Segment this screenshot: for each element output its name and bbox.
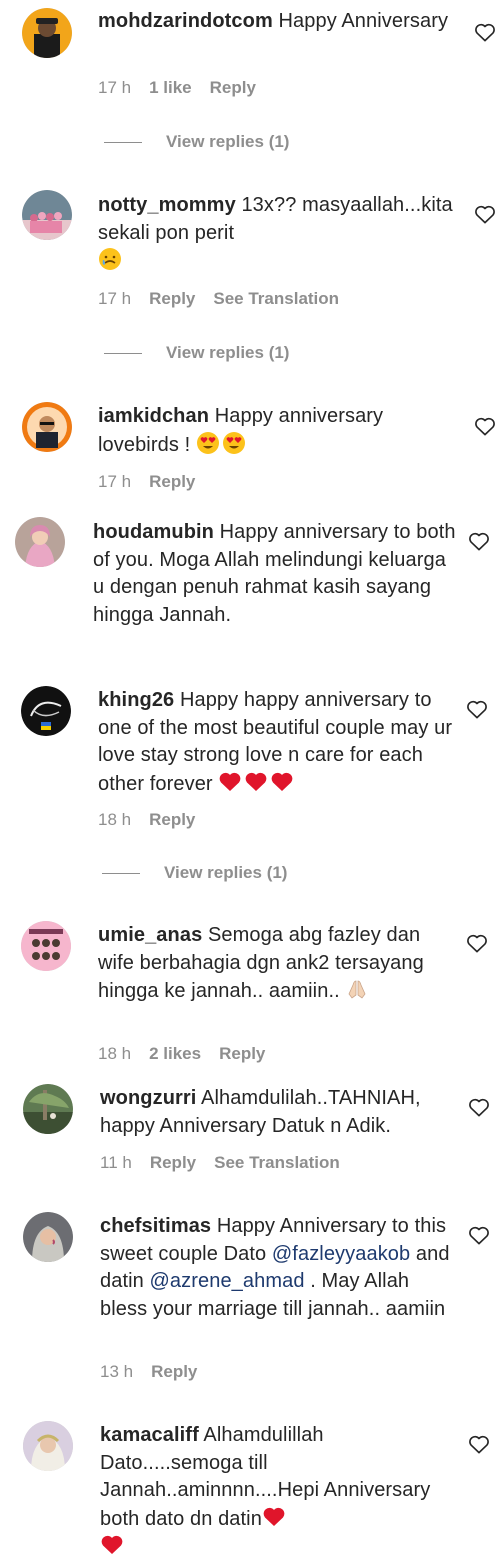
comment-body: wongzurri Alhamdulilah..TAHNIAH, happy A… (100, 1085, 460, 1140)
like-heart-icon[interactable] (466, 933, 488, 953)
heart-eyes-face-icon (222, 431, 246, 455)
red-heart-icon (270, 770, 294, 794)
avatar-image (22, 402, 72, 452)
view-replies-label: View replies (1) (164, 863, 288, 882)
comment-username[interactable]: iamkidchan (98, 405, 209, 427)
comment-text: Happy Anniversary (272, 10, 449, 32)
see-translation-button[interactable]: See Translation (213, 289, 339, 309)
comment-meta: 18 h 2 likes Reply (98, 1044, 265, 1064)
comment-time: 17 h (98, 289, 132, 308)
divider-line (102, 872, 140, 874)
like-heart-icon[interactable] (468, 1434, 490, 1454)
red-heart-icon (262, 1505, 286, 1529)
comment-meta: 18 h Reply (98, 810, 195, 830)
comment-body: umie_anas Semoga abg fazley dan wife ber… (98, 922, 458, 1006)
avatar[interactable] (21, 921, 71, 971)
avatar[interactable] (23, 1212, 73, 1262)
praying-hands-icon (345, 977, 369, 1001)
comment-username[interactable]: notty_mommy (98, 194, 236, 216)
view-replies-button[interactable]: View replies (1) (104, 343, 289, 363)
comment-meta: 17 h 1 like Reply (98, 78, 256, 98)
comment-time: 17 h (98, 78, 132, 97)
comment-username[interactable]: wongzurri (100, 1087, 196, 1109)
comment-username[interactable]: mohdzarindotcom (98, 10, 273, 32)
avatar-image (22, 190, 72, 240)
avatar-image (15, 517, 65, 567)
comment-meta: 17 h Reply See Translation (98, 289, 339, 309)
comment-username[interactable]: kamacaliff (100, 1424, 199, 1446)
comment-body: chefsitimas Happy Anniversary to this sw… (100, 1213, 460, 1323)
avatar[interactable] (22, 8, 72, 58)
divider-line (104, 141, 142, 143)
red-heart-icon (218, 770, 242, 794)
comment-meta: 17 h Reply (98, 472, 195, 492)
see-translation-button[interactable]: See Translation (214, 1153, 340, 1173)
comment-time: 18 h (98, 810, 132, 829)
likes-count[interactable]: 1 like (149, 78, 192, 98)
comment-time: 13 h (100, 1362, 134, 1381)
comment-meta: 11 h Reply See Translation (100, 1153, 340, 1173)
like-heart-icon[interactable] (468, 531, 490, 551)
view-replies-label: View replies (1) (166, 132, 290, 151)
comment-time: 17 h (98, 472, 132, 491)
reply-button[interactable]: Reply (151, 1362, 197, 1382)
avatar-image (23, 1421, 73, 1471)
comment-body: khing26 Happy happy anniversary to one o… (98, 687, 458, 798)
reply-button[interactable]: Reply (149, 810, 195, 830)
mention-link[interactable]: @fazleyyaakob (272, 1243, 410, 1265)
reply-button[interactable]: Reply (149, 472, 195, 492)
comment-meta: 13 h Reply (100, 1362, 197, 1382)
comment-username[interactable]: chefsitimas (100, 1215, 211, 1237)
reply-button[interactable]: Reply (210, 78, 256, 98)
comment-body: kamacaliff Alhamdulillah Dato.....semoga… (100, 1422, 460, 1562)
avatar-image (23, 1212, 73, 1262)
avatar[interactable] (22, 190, 72, 240)
red-heart-icon (244, 770, 268, 794)
comment-body: houdamubin Happy anniversary to both of … (93, 519, 458, 629)
avatar[interactable] (23, 1084, 73, 1134)
like-heart-icon[interactable] (466, 699, 488, 719)
comment-username[interactable]: khing26 (98, 689, 174, 711)
divider-line (104, 352, 142, 354)
view-replies-label: View replies (1) (166, 343, 290, 362)
avatar-image (21, 686, 71, 736)
comment-username[interactable]: houdamubin (93, 521, 214, 543)
view-replies-button[interactable]: View replies (1) (102, 863, 287, 883)
mention-link[interactable]: @azrene_ahmad (150, 1270, 305, 1292)
avatar[interactable] (22, 402, 72, 452)
reply-button[interactable]: Reply (149, 289, 195, 309)
reply-button[interactable]: Reply (219, 1044, 265, 1064)
avatar-image (23, 1084, 73, 1134)
like-heart-icon[interactable] (468, 1097, 490, 1117)
comment-time: 18 h (98, 1044, 132, 1063)
avatar[interactable] (15, 517, 65, 567)
comment-body: mohdzarindotcom Happy Anniversary (98, 8, 458, 36)
avatar-image (22, 8, 72, 58)
crying-face-icon (98, 247, 122, 271)
red-heart-icon (100, 1533, 124, 1557)
like-heart-icon[interactable] (468, 1225, 490, 1245)
comment-body: iamkidchan Happy anniversary lovebirds ! (98, 403, 458, 459)
avatar[interactable] (21, 686, 71, 736)
view-replies-button[interactable]: View replies (1) (104, 132, 289, 152)
comment-time: 11 h (100, 1153, 132, 1172)
heart-eyes-face-icon (196, 431, 220, 455)
avatar-image (21, 921, 71, 971)
like-heart-icon[interactable] (474, 22, 496, 42)
like-heart-icon[interactable] (474, 416, 496, 436)
comment-body: notty_mommy 13x?? masyaallah...kita seka… (98, 192, 458, 276)
avatar[interactable] (23, 1421, 73, 1471)
like-heart-icon[interactable] (474, 204, 496, 224)
likes-count[interactable]: 2 likes (149, 1044, 201, 1064)
reply-button[interactable]: Reply (150, 1153, 196, 1173)
comment-username[interactable]: umie_anas (98, 924, 202, 946)
